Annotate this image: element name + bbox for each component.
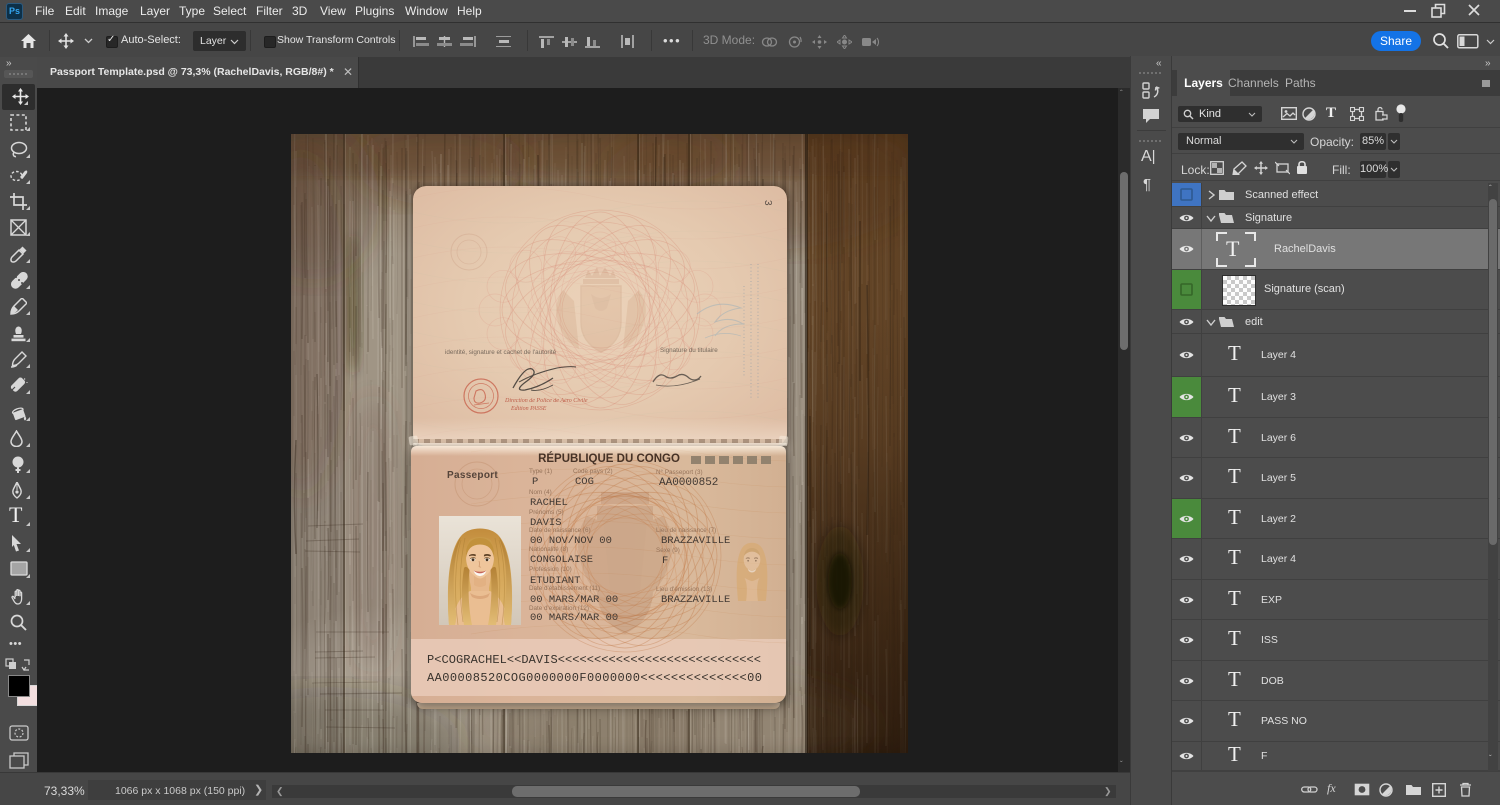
svg-text:3: 3 xyxy=(762,200,773,206)
svg-text:Edition PASSE: Edition PASSE xyxy=(510,406,547,412)
svg-text:Direction de Police de Aéro Ci: Direction de Police de Aéro Civile xyxy=(504,398,588,404)
svg-text:identité, signature et cachet: identité, signature et cachet de l'autor… xyxy=(445,349,557,356)
svg-text:Signature du titulaire: Signature du titulaire xyxy=(660,347,718,354)
